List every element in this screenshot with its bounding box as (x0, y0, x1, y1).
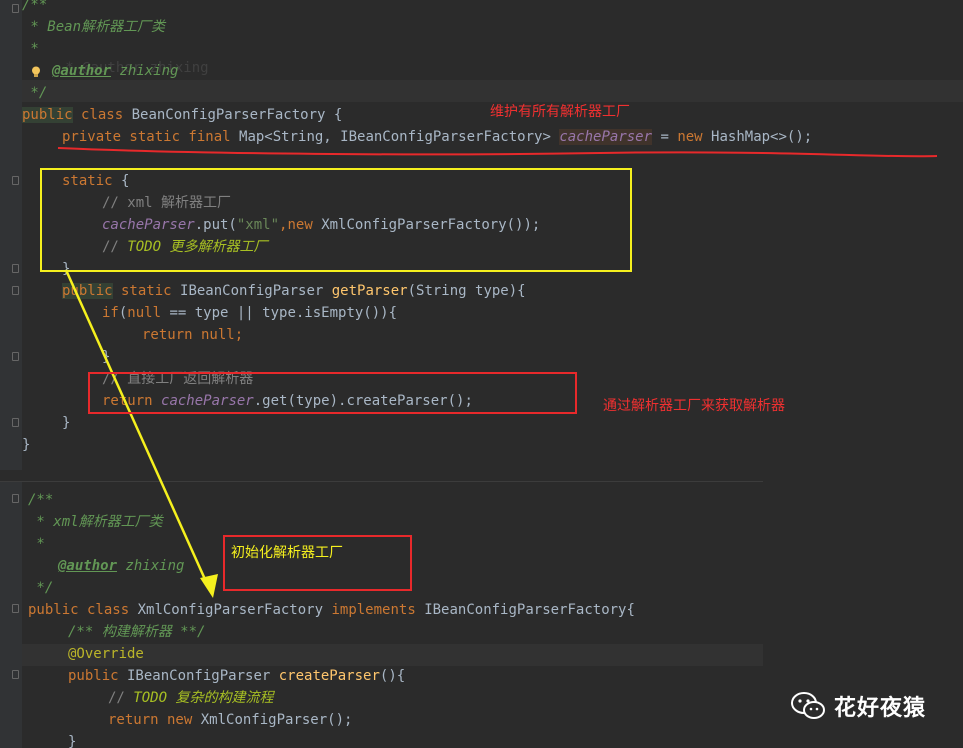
code-line: } (68, 734, 77, 748)
fold-marker[interactable] (12, 264, 19, 273)
wechat-icon (791, 692, 825, 719)
code-line: return new XmlConfigParser(); (108, 712, 353, 728)
code-line: } (62, 415, 71, 431)
code-line: @author zhixing (58, 558, 185, 574)
fold-marker[interactable] (12, 494, 19, 503)
code-line: */ (28, 580, 54, 596)
fold-marker[interactable] (12, 4, 19, 13)
pane-separator (0, 470, 963, 481)
note-factory-cache: 维护有所有解析器工厂 (490, 103, 630, 119)
code-line: */ (22, 85, 48, 101)
code-line: /** (22, 0, 48, 13)
code-line: } (102, 349, 111, 365)
code-line: /** (28, 492, 54, 508)
editor-gutter (0, 482, 22, 748)
current-line-highlight (22, 80, 963, 102)
code-line: * (22, 41, 39, 57)
fold-marker[interactable] (12, 670, 19, 679)
brand-name: 花好夜猿 (834, 696, 927, 721)
code-line: public IBeanConfigParser createParser(){ (68, 668, 406, 684)
code-line: // TODO 复杂的构建流程 (108, 690, 274, 706)
editor-gutter (0, 0, 22, 470)
note-get-parser: 通过解析器工厂来获取解析器 (603, 397, 785, 413)
code-line: @author zhixing (52, 63, 179, 79)
code-line: if(null == type || type.isEmpty()){ (102, 305, 398, 321)
code-line: * xml解析器工厂类 (28, 514, 163, 530)
editor-bottom-pane[interactable]: /** * xml解析器工厂类 * @author zhixing */ pub… (0, 481, 763, 748)
note-init: 初始化解析器工厂 (231, 544, 343, 560)
code-line: public class XmlConfigParserFactory impl… (28, 602, 635, 618)
fold-marker[interactable] (12, 352, 19, 361)
code-line: @Override (68, 646, 144, 662)
watermark: 花好夜猿 (790, 690, 926, 722)
code-line: private static final Map<String, IBeanCo… (62, 129, 813, 145)
lightbulb-icon[interactable] (31, 66, 41, 78)
code-line: public class BeanConfigParserFactory { (22, 107, 343, 123)
static-block-highlight (40, 168, 632, 272)
fold-marker[interactable] (12, 176, 19, 185)
code-line: public static IBeanConfigParser getParse… (62, 283, 526, 299)
return-highlight (88, 372, 577, 414)
code-line: * Bean解析器工厂类 (22, 19, 166, 35)
fold-marker[interactable] (12, 286, 19, 295)
code-line: * (28, 536, 45, 552)
fold-marker[interactable] (12, 604, 19, 613)
fold-marker[interactable] (12, 418, 19, 427)
code-line: return null; (142, 327, 244, 343)
code-line: } (22, 437, 31, 453)
code-line: /** 构建解析器 **/ (68, 624, 206, 640)
